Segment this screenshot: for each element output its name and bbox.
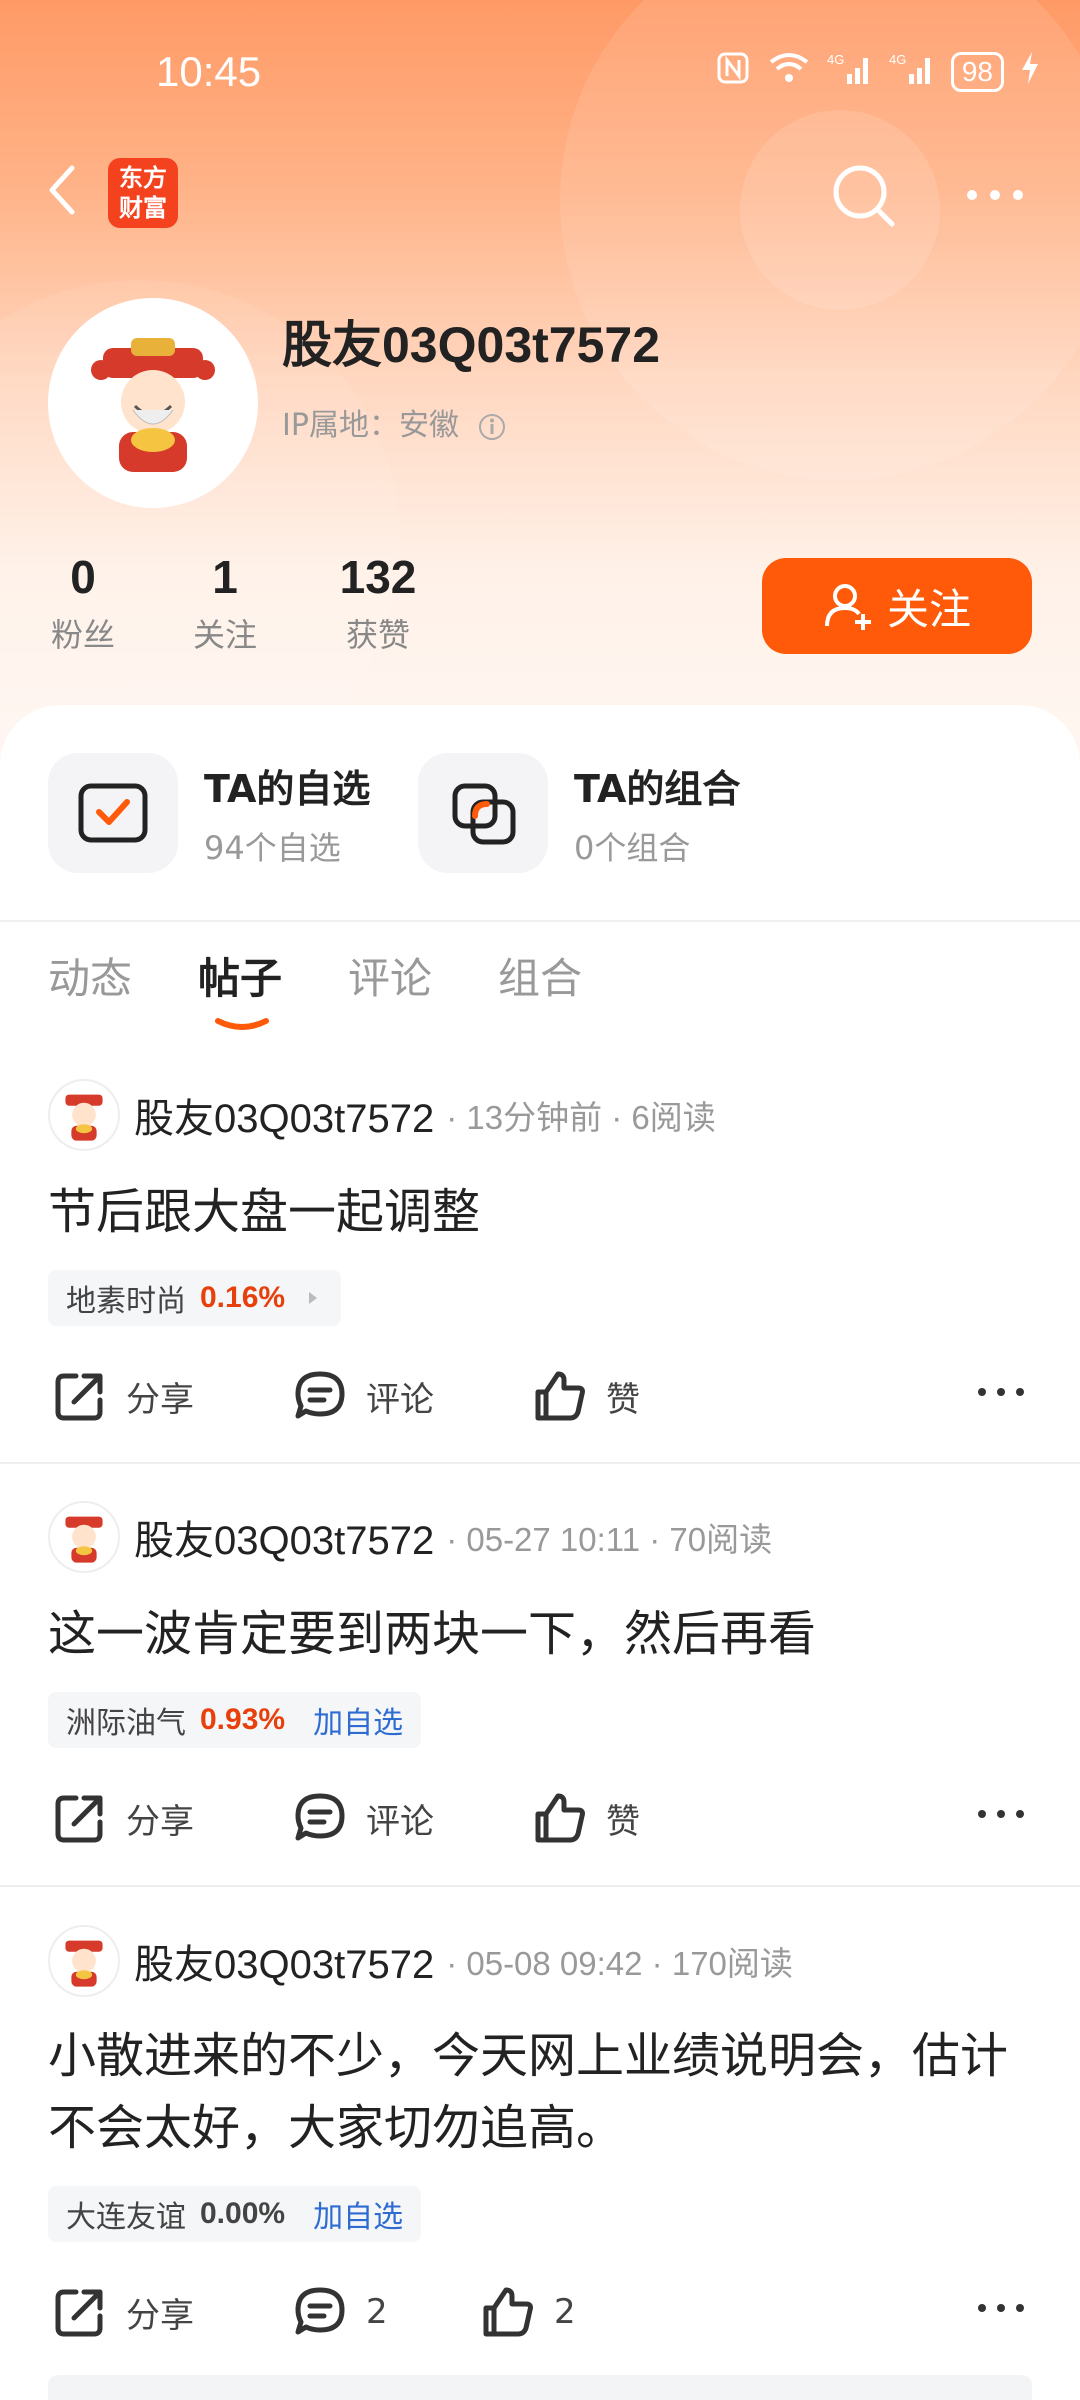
info-icon[interactable] bbox=[477, 412, 507, 442]
post-author[interactable]: 股友03Q03t7572 bbox=[134, 1932, 434, 1990]
tab-posts[interactable]: 帖子 bbox=[198, 945, 282, 1006]
stat-likes[interactable]: 132 获赞 bbox=[328, 550, 428, 656]
search-button[interactable] bbox=[828, 160, 898, 230]
user-avatar[interactable] bbox=[48, 1079, 120, 1151]
top-nav: 东方 财富 bbox=[0, 150, 1080, 240]
back-button[interactable] bbox=[40, 160, 90, 220]
app-logo: 东方 财富 bbox=[108, 158, 178, 228]
signal-icon-1: 4G bbox=[827, 50, 873, 94]
comment-icon bbox=[295, 1371, 345, 1419]
stat-following[interactable]: 1 关注 bbox=[190, 550, 260, 656]
user-avatar[interactable] bbox=[48, 1501, 120, 1573]
post-more-button[interactable] bbox=[976, 2298, 1026, 2322]
search-icon bbox=[833, 165, 895, 227]
post-text[interactable]: 节后跟大盘一起调整 bbox=[48, 1176, 1038, 1248]
watchlist-entry[interactable]: TA的自选 94个自选 bbox=[48, 753, 370, 873]
post-author[interactable]: 股友03Q03t7572 bbox=[134, 1508, 434, 1566]
tab-portfolio[interactable]: 组合 bbox=[498, 945, 582, 1006]
svg-text:4G: 4G bbox=[889, 52, 906, 67]
stock-tag[interactable]: 大连友谊 0.00% 加自选 bbox=[48, 2186, 422, 2242]
post-text[interactable]: 这一波肯定要到两块一下，然后再看 bbox=[48, 1598, 1038, 1670]
stock-tag[interactable]: 洲际油气 0.93% 加自选 bbox=[48, 1692, 422, 1748]
post-more-button[interactable] bbox=[976, 1382, 1026, 1406]
portfolio-entry[interactable]: TA的组合 0个组合 bbox=[418, 753, 740, 873]
divider bbox=[0, 1462, 1080, 1464]
chevron-left-icon bbox=[49, 165, 75, 215]
divider bbox=[0, 920, 1080, 922]
caishen-avatar-icon bbox=[91, 338, 215, 472]
stat-fans[interactable]: 0 粉丝 bbox=[48, 550, 118, 656]
svg-text:4G: 4G bbox=[827, 52, 844, 67]
more-button[interactable] bbox=[960, 170, 1030, 220]
post-meta: · 13分钟前 · 6阅读 bbox=[446, 1099, 716, 1136]
thumbs-up-icon bbox=[483, 2287, 533, 2337]
comment-button[interactable]: 2 bbox=[292, 2284, 388, 2340]
checkbox-icon bbox=[48, 753, 178, 873]
add-user-icon bbox=[824, 584, 871, 630]
like-button[interactable]: 赞 bbox=[532, 1368, 640, 1424]
post-meta: · 05-27 10:11 · 70阅读 bbox=[446, 1521, 773, 1558]
thumbs-up-icon bbox=[535, 1793, 585, 1843]
charging-icon bbox=[1020, 50, 1040, 94]
post-meta: · 05-08 09:42 · 170阅读 bbox=[446, 1945, 793, 1982]
comment-button[interactable]: 评论 bbox=[292, 1368, 434, 1424]
profile-avatar[interactable] bbox=[48, 298, 258, 508]
comment-icon bbox=[295, 2287, 345, 2335]
status-bar: 10:45 4G 4G 98 bbox=[0, 40, 1080, 110]
ip-location: IP属地：安徽 bbox=[282, 400, 507, 444]
profile-username: 股友03Q03t7572 bbox=[282, 317, 661, 373]
more-dots-icon bbox=[967, 190, 1023, 200]
share-icon bbox=[55, 1373, 103, 1421]
comment-button[interactable]: 评论 bbox=[292, 1790, 434, 1846]
tab-activity[interactable]: 动态 bbox=[48, 945, 132, 1006]
stock-tag[interactable]: 地素时尚 0.16% bbox=[48, 1270, 342, 1326]
share-icon bbox=[55, 1795, 103, 1843]
battery-indicator: 98 bbox=[950, 52, 1004, 92]
post-text[interactable]: 小散进来的不少，今天网上业绩说明会，估计不会太好，大家切勿追高。 bbox=[48, 2020, 1038, 2164]
comment-icon bbox=[295, 1793, 345, 1841]
triangle-right-icon bbox=[309, 1292, 318, 1304]
add-watchlist-button[interactable]: 加自选 bbox=[313, 1698, 403, 1742]
like-button[interactable]: 赞 bbox=[532, 1790, 640, 1846]
thumbs-up-icon bbox=[535, 1371, 585, 1421]
more-dots-icon bbox=[978, 1810, 1024, 1818]
status-time: 10:45 bbox=[156, 48, 262, 95]
tab-comments[interactable]: 评论 bbox=[348, 945, 432, 1006]
tab-bar: 动态 帖子 评论 组合 bbox=[0, 945, 1080, 1035]
user-avatar[interactable] bbox=[48, 1925, 120, 1997]
more-dots-icon bbox=[978, 1388, 1024, 1396]
share-button[interactable]: 分享 bbox=[52, 2284, 194, 2340]
nfc-icon bbox=[715, 50, 751, 94]
follow-button[interactable]: 关注 bbox=[762, 558, 1032, 654]
post-author[interactable]: 股友03Q03t7572 bbox=[134, 1086, 434, 1144]
divider bbox=[0, 1885, 1080, 1887]
portfolio-icon bbox=[418, 753, 548, 873]
post-more-button[interactable] bbox=[976, 1804, 1026, 1828]
wifi-icon bbox=[767, 50, 811, 94]
next-post-preview bbox=[48, 2375, 1032, 2400]
more-dots-icon bbox=[978, 2304, 1024, 2312]
signal-icon-2: 4G bbox=[889, 50, 935, 94]
share-icon bbox=[55, 2289, 103, 2337]
like-button[interactable]: 2 bbox=[480, 2284, 576, 2340]
add-watchlist-button[interactable]: 加自选 bbox=[313, 2192, 403, 2236]
share-button[interactable]: 分享 bbox=[52, 1368, 194, 1424]
share-button[interactable]: 分享 bbox=[52, 1790, 194, 1846]
active-tab-indicator bbox=[215, 1018, 269, 1030]
